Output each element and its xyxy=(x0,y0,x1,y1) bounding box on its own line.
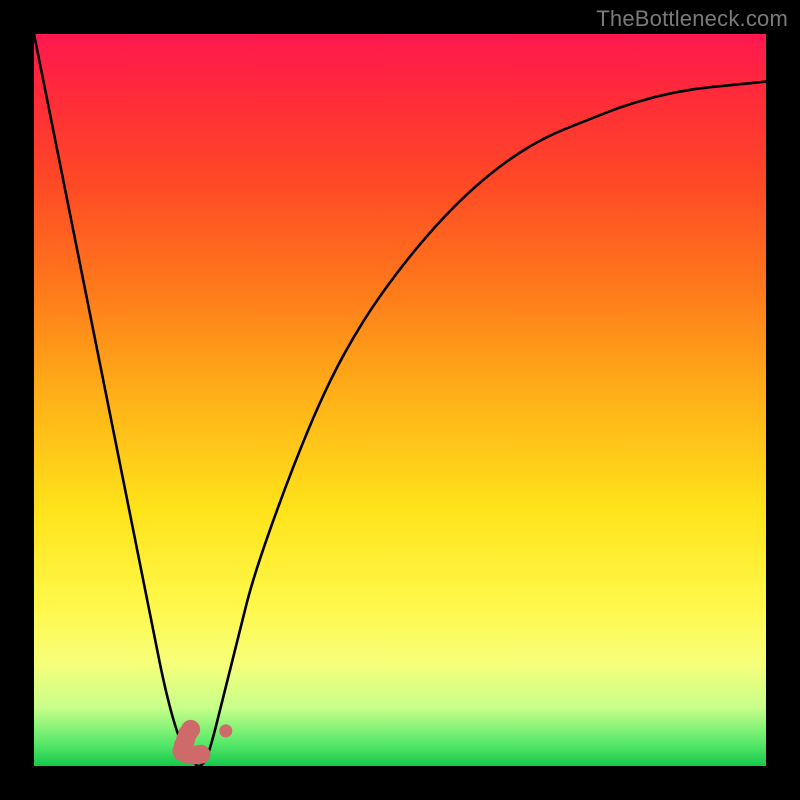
chart-frame: TheBottleneck.com xyxy=(0,0,800,800)
marker-group xyxy=(172,720,232,765)
L-marker-stroke-5 xyxy=(181,720,200,739)
watermark-text: TheBottleneck.com xyxy=(596,6,788,32)
L-marker-bottom-3 xyxy=(191,745,210,764)
bottleneck-curve xyxy=(34,34,766,766)
chart-svg xyxy=(34,34,766,766)
chart-plot-area xyxy=(34,34,766,766)
right-dot xyxy=(219,724,232,737)
